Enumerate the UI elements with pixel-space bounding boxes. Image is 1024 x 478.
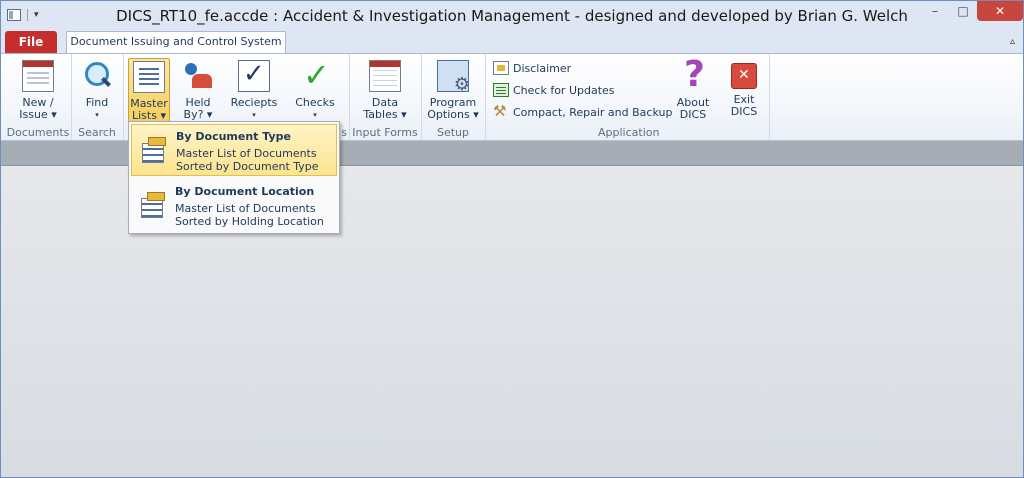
reciepts-button[interactable]: Reciepts ▾	[229, 58, 279, 122]
menu-item-desc-2: Sorted by Holding Location	[175, 215, 324, 228]
menu-item-desc-2: Sorted by Document Type	[176, 160, 319, 173]
close-button[interactable]: ✕	[977, 1, 1023, 21]
about-label-2: DICS	[679, 108, 707, 121]
group-label-application: Application	[598, 126, 660, 139]
people-icon	[182, 60, 214, 92]
program-options-label-2: Options ▾	[427, 108, 479, 121]
ribbon-tab-row: File Document Issuing and Control System…	[1, 31, 1023, 53]
maximize-button[interactable]: □	[949, 1, 977, 21]
ribbon-collapse-icon[interactable]: ▵	[1010, 36, 1015, 47]
form-icon	[22, 60, 54, 92]
document-icon	[493, 61, 509, 75]
group-label-documents: Documents	[6, 126, 70, 139]
reciepts-label: Reciepts	[230, 96, 278, 109]
find-button[interactable]: Find ▾	[77, 58, 117, 122]
group-documents: New / Issue ▾ Documents	[5, 54, 72, 140]
checks-button[interactable]: Checks ▾	[293, 56, 337, 122]
checks-label: Checks	[295, 96, 335, 109]
group-label-search: Search	[78, 126, 116, 139]
group-search: Find ▾ Search	[71, 54, 124, 140]
held-by-button[interactable]: Held By? ▾	[178, 58, 218, 122]
tab-document-issuing[interactable]: Document Issuing and Control System	[66, 31, 286, 53]
data-tables-button[interactable]: Data Tables ▾	[363, 58, 407, 122]
disclaimer-button[interactable]: Disclaimer	[493, 58, 571, 78]
group-label-setup: Setup	[436, 126, 470, 139]
checks-dropdown-arrow: ▾	[313, 111, 317, 119]
tab-file[interactable]: File	[5, 31, 57, 53]
check-updates-label: Check for Updates	[513, 83, 615, 97]
menu-item-desc-1: Master List of Documents	[175, 202, 316, 215]
group-setup: Program Options ▾ Setup	[421, 54, 486, 140]
new-issue-button[interactable]: New / Issue ▾	[18, 58, 58, 122]
app-window: ▾ DICS_RT10_fe.accde : Accident & Invest…	[0, 0, 1024, 478]
program-options-button[interactable]: Program Options ▾	[427, 58, 479, 122]
gear-icon	[437, 60, 470, 95]
menu-item-by-document-type[interactable]: By Document Type Master List of Document…	[131, 124, 337, 176]
exit-button[interactable]: Exit DICS	[724, 58, 764, 122]
window-title: DICS_RT10_fe.accde : Accident & Investig…	[116, 7, 908, 25]
held-by-label-2: By? ▾	[183, 108, 213, 121]
new-issue-label-2: Issue ▾	[19, 108, 57, 121]
reciepts-dropdown-arrow: ▾	[252, 111, 256, 119]
minimize-button[interactable]: –	[921, 1, 949, 21]
list-icon	[137, 192, 165, 218]
tools-icon	[493, 102, 509, 120]
list-icon	[138, 137, 166, 163]
data-tables-label-2: Tables ▾	[363, 108, 407, 121]
compact-repair-button[interactable]: Compact, Repair and Backup	[493, 102, 672, 122]
checkmark-icon	[299, 56, 331, 94]
title-bar: ▾ DICS_RT10_fe.accde : Accident & Invest…	[1, 1, 1023, 31]
disclaimer-label: Disclaimer	[513, 61, 572, 75]
compact-repair-label: Compact, Repair and Backup	[513, 105, 673, 119]
search-icon	[81, 60, 113, 92]
exit-icon	[731, 63, 757, 89]
menu-item-by-document-location[interactable]: By Document Location Master List of Docu…	[131, 180, 337, 232]
menu-item-title: By Document Location	[175, 185, 315, 198]
find-label: Find	[85, 96, 109, 109]
checkbox-icon	[238, 59, 270, 92]
group-input-forms: Data Tables ▾ Input Forms	[349, 54, 422, 140]
question-icon	[677, 54, 709, 95]
menu-item-title: By Document Type	[176, 130, 291, 143]
about-button[interactable]: About DICS	[673, 54, 713, 122]
list-icon	[133, 61, 165, 93]
master-lists-button[interactable]: Master Lists ▾	[128, 58, 170, 122]
table-icon	[369, 60, 401, 92]
group-label-input-forms: Input Forms	[352, 126, 418, 139]
update-icon	[493, 83, 509, 97]
find-dropdown-arrow: ▾	[95, 111, 99, 119]
window-controls: – □ ✕	[921, 1, 1023, 21]
master-lists-menu: By Document Type Master List of Document…	[128, 121, 340, 234]
exit-label-2: DICS	[730, 105, 758, 118]
menu-item-desc-1: Master List of Documents	[176, 147, 317, 160]
check-updates-button[interactable]: Check for Updates	[493, 80, 615, 100]
